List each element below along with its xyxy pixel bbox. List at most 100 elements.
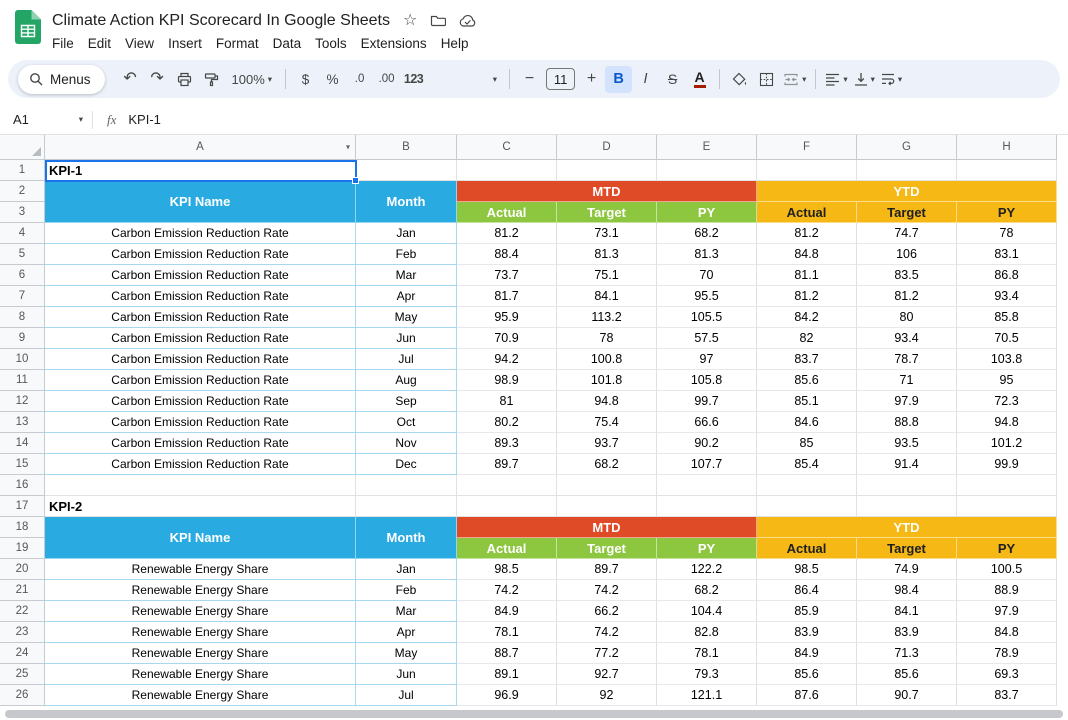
kpi-name-cell[interactable]: Carbon Emission Reduction Rate <box>45 244 356 265</box>
value-cell[interactable]: 92 <box>557 685 657 706</box>
fill-color-button[interactable] <box>726 66 753 93</box>
font-size-input[interactable]: 11 <box>546 68 575 90</box>
grid-cell[interactable] <box>356 160 457 181</box>
grid-cell[interactable] <box>356 475 457 496</box>
month-cell[interactable]: Nov <box>356 433 457 454</box>
value-cell[interactable]: 80.2 <box>457 412 557 433</box>
month-cell[interactable]: Sep <box>356 391 457 412</box>
value-cell[interactable]: 77.2 <box>557 643 657 664</box>
horizontal-scrollbar[interactable] <box>5 710 1063 718</box>
value-cell[interactable]: 86.8 <box>957 265 1057 286</box>
grid-cell[interactable] <box>757 496 857 517</box>
value-cell[interactable]: 83.7 <box>957 685 1057 706</box>
value-cell[interactable]: 75.4 <box>557 412 657 433</box>
currency-format-button[interactable]: $ <box>292 66 319 93</box>
ytd-sub-header-cell[interactable]: Actual <box>757 538 857 559</box>
grid-cell[interactable] <box>356 496 457 517</box>
month-cell[interactable]: Apr <box>356 286 457 307</box>
month-cell[interactable]: Mar <box>356 265 457 286</box>
menu-view[interactable]: View <box>118 33 161 54</box>
value-cell[interactable]: 83.1 <box>957 244 1057 265</box>
value-cell[interactable]: 83.5 <box>857 265 957 286</box>
month-cell[interactable]: Jun <box>356 664 457 685</box>
merge-cells-button[interactable]: ▾ <box>780 66 809 93</box>
value-cell[interactable]: 74.2 <box>557 622 657 643</box>
value-cell[interactable]: 71.3 <box>857 643 957 664</box>
ytd-sub-header-cell[interactable]: Actual <box>757 202 857 223</box>
row-header-25[interactable]: 25 <box>0 664 45 685</box>
sheets-logo-icon[interactable] <box>15 10 41 49</box>
month-header-cell[interactable]: Month <box>356 181 457 223</box>
grid-cell[interactable] <box>857 160 957 181</box>
kpi-name-cell[interactable]: Renewable Energy Share <box>45 559 356 580</box>
decrease-font-size-button[interactable]: − <box>516 66 543 93</box>
ytd-sub-header-cell[interactable]: PY <box>957 202 1057 223</box>
mtd-sub-header-cell[interactable]: PY <box>657 538 757 559</box>
ytd-header-cell[interactable]: YTD <box>757 517 1057 538</box>
grid-cell[interactable] <box>657 475 757 496</box>
value-cell[interactable]: 81.2 <box>757 286 857 307</box>
row-header-14[interactable]: 14 <box>0 433 45 454</box>
value-cell[interactable]: 90.7 <box>857 685 957 706</box>
row-header-20[interactable]: 20 <box>0 559 45 580</box>
month-cell[interactable]: Apr <box>356 622 457 643</box>
value-cell[interactable]: 75.1 <box>557 265 657 286</box>
grid-cell[interactable] <box>557 475 657 496</box>
month-header-cell[interactable]: Month <box>356 517 457 559</box>
kpi-name-cell[interactable]: Carbon Emission Reduction Rate <box>45 328 356 349</box>
value-cell[interactable]: 70.5 <box>957 328 1057 349</box>
month-cell[interactable]: Feb <box>356 580 457 601</box>
value-cell[interactable]: 83.9 <box>757 622 857 643</box>
mtd-header-cell[interactable]: MTD <box>457 181 757 202</box>
value-cell[interactable]: 84.1 <box>557 286 657 307</box>
value-cell[interactable]: 85 <box>757 433 857 454</box>
column-header-G[interactable]: G <box>857 135 957 160</box>
value-cell[interactable]: 106 <box>857 244 957 265</box>
month-cell[interactable]: Oct <box>356 412 457 433</box>
value-cell[interactable]: 69.3 <box>957 664 1057 685</box>
print-button[interactable] <box>171 66 198 93</box>
value-cell[interactable]: 68.2 <box>657 223 757 244</box>
grid-cell[interactable] <box>557 160 657 181</box>
column-dropdown-icon[interactable]: ▾ <box>346 143 350 152</box>
kpi-name-cell[interactable]: Carbon Emission Reduction Rate <box>45 370 356 391</box>
value-cell[interactable]: 94.8 <box>557 391 657 412</box>
value-cell[interactable]: 95 <box>957 370 1057 391</box>
value-cell[interactable]: 73.1 <box>557 223 657 244</box>
value-cell[interactable]: 101.8 <box>557 370 657 391</box>
month-cell[interactable]: May <box>356 307 457 328</box>
column-header-E[interactable]: E <box>657 135 757 160</box>
grid-cell[interactable] <box>857 475 957 496</box>
value-cell[interactable]: 98.5 <box>757 559 857 580</box>
value-cell[interactable]: 105.5 <box>657 307 757 328</box>
mtd-header-cell[interactable]: MTD <box>457 517 757 538</box>
row-header-17[interactable]: 17 <box>0 496 45 517</box>
value-cell[interactable]: 81.3 <box>657 244 757 265</box>
value-cell[interactable]: 90.2 <box>657 433 757 454</box>
column-header-B[interactable]: B <box>356 135 457 160</box>
borders-button[interactable] <box>753 66 780 93</box>
value-cell[interactable]: 81.3 <box>557 244 657 265</box>
value-cell[interactable]: 97 <box>657 349 757 370</box>
value-cell[interactable]: 89.7 <box>457 454 557 475</box>
value-cell[interactable]: 79.3 <box>657 664 757 685</box>
month-cell[interactable]: Mar <box>356 601 457 622</box>
column-header-H[interactable]: H <box>957 135 1057 160</box>
value-cell[interactable]: 78 <box>957 223 1057 244</box>
row-header-26[interactable]: 26 <box>0 685 45 706</box>
value-cell[interactable]: 85.4 <box>757 454 857 475</box>
value-cell[interactable]: 122.2 <box>657 559 757 580</box>
row-header-1[interactable]: 1 <box>0 160 45 181</box>
value-cell[interactable]: 78 <box>557 328 657 349</box>
kpi-name-cell[interactable]: Renewable Energy Share <box>45 622 356 643</box>
value-cell[interactable]: 81.2 <box>857 286 957 307</box>
grid-cell[interactable] <box>457 160 557 181</box>
value-cell[interactable]: 95.5 <box>657 286 757 307</box>
value-cell[interactable]: 81.7 <box>457 286 557 307</box>
zoom-control[interactable]: 100% ▾ <box>225 66 280 93</box>
value-cell[interactable]: 81.2 <box>757 223 857 244</box>
row-header-24[interactable]: 24 <box>0 643 45 664</box>
month-cell[interactable]: Feb <box>356 244 457 265</box>
value-cell[interactable]: 88.9 <box>957 580 1057 601</box>
value-cell[interactable]: 82 <box>757 328 857 349</box>
